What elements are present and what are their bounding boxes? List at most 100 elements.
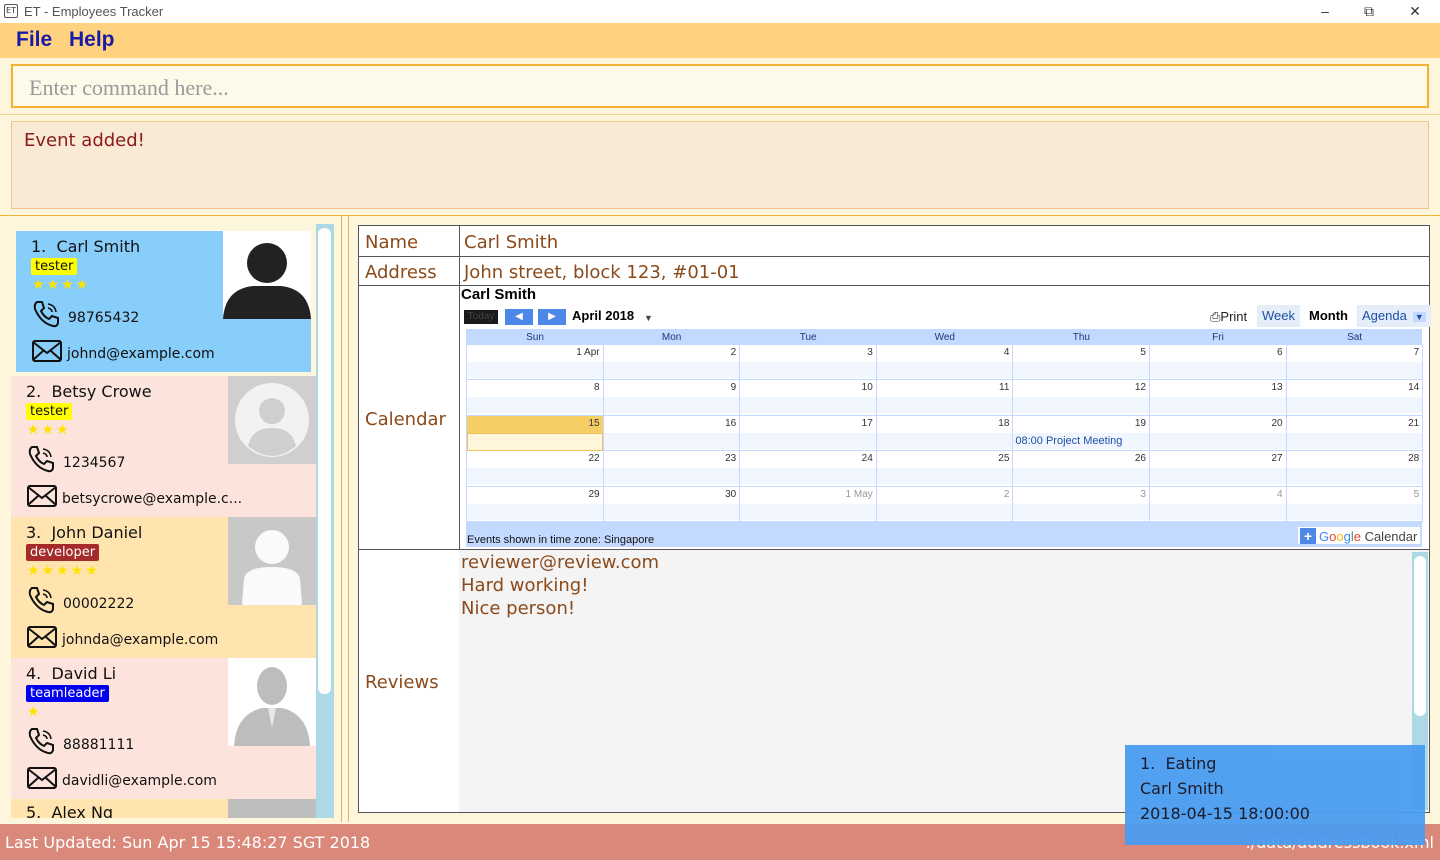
command-input[interactable] <box>27 73 1411 103</box>
calendar-date-number: 21 <box>1408 417 1420 429</box>
event-notification[interactable]: 1. Eating Carl Smith 2018-04-15 18:00:00 <box>1125 745 1425 845</box>
split-divider[interactable] <box>341 216 349 822</box>
person-card[interactable]: 2. Betsy Crowe tester ★★★ 1234567 betsyc… <box>11 376 319 517</box>
calendar-day-cell[interactable]: 4 <box>876 345 1014 381</box>
person-photo <box>228 517 316 605</box>
chevron-down-icon[interactable]: ▼ <box>1412 312 1426 322</box>
calendar-day-cell[interactable]: 25 <box>876 451 1014 487</box>
calendar-date-number: 15 <box>588 417 600 429</box>
calendar-day-cell[interactable]: 17 <box>740 415 877 452</box>
calendar-day-cell[interactable]: 13 <box>1150 380 1287 416</box>
google-calendar-button[interactable]: + Google Calendar <box>1297 526 1421 545</box>
rating-stars: ★★★ <box>27 421 71 437</box>
review-reviewer: reviewer@review.com <box>461 552 660 573</box>
calendar-day-cell[interactable]: 12 <box>1013 380 1150 416</box>
calendar-title: Carl Smith <box>461 286 537 303</box>
chevron-down-icon[interactable]: ▼ <box>644 313 653 323</box>
calendar-date-number: 14 <box>1408 382 1420 394</box>
calendar-day-cell[interactable]: 5 <box>1013 345 1150 381</box>
review-line: Hard working! <box>461 575 589 596</box>
calendar-day-cell[interactable]: 30 <box>603 486 741 522</box>
close-icon[interactable]: ✕ <box>1401 2 1429 20</box>
restore-icon[interactable]: ⧉ <box>1355 2 1383 20</box>
calendar-day-cell[interactable]: 5 <box>1286 486 1424 522</box>
calendar-day-cell[interactable]: 22 <box>467 451 604 487</box>
calendar-print-button[interactable]: ⎙Print <box>1210 309 1247 325</box>
calendar-day-cell[interactable]: 2 <box>603 345 741 381</box>
calendar-day-cell[interactable]: 18 <box>876 415 1014 452</box>
calendar-day-cell[interactable]: 3 <box>740 345 877 381</box>
calendar-day-header: Thu <box>1072 332 1090 343</box>
calendar-today-button[interactable]: Today <box>464 310 498 324</box>
person-name: 3. John Daniel <box>26 523 143 542</box>
calendar-day-cell[interactable]: 14 <box>1286 380 1424 416</box>
calendar-day-cell[interactable]: 21 <box>1286 415 1424 452</box>
calendar-day-cell[interactable]: 29 <box>467 486 604 522</box>
email-address: betsycrowe@example.c... <box>62 491 243 507</box>
phone-icon <box>28 728 54 755</box>
review-line: Nice person! <box>461 598 576 619</box>
notification-person: Carl Smith <box>1140 779 1224 798</box>
calendar-day-cell[interactable]: 8 <box>467 380 604 416</box>
calendar-day-cell[interactable]: 24 <box>740 451 877 487</box>
calendar-day-cell[interactable]: 23 <box>603 451 741 487</box>
calendar-day-cell[interactable]: 2 <box>876 486 1014 522</box>
result-message: Event added! <box>24 130 145 151</box>
calendar-day-cell[interactable]: 4 <box>1150 486 1287 522</box>
calendar-day-cell[interactable]: 1 Apr <box>467 345 604 381</box>
menu-file[interactable]: File <box>16 28 52 52</box>
calendar-day-today[interactable]: 15 <box>467 415 604 452</box>
result-display: Event added! <box>11 121 1429 209</box>
calendar-day-cell[interactable]: 9 <box>603 380 741 416</box>
calendar-day-cell[interactable]: 16 <box>603 415 741 452</box>
tab-month[interactable]: Month <box>1304 305 1353 327</box>
menu-help[interactable]: Help <box>69 28 115 52</box>
calendar-day-cell[interactable]: 6 <box>1150 345 1287 381</box>
calendar-date-number: 16 <box>725 417 737 429</box>
calendar-day-header: Tue <box>799 332 817 343</box>
person-photo <box>228 658 316 746</box>
email-icon <box>32 340 62 362</box>
person-card[interactable]: 4. David Li teamleader ★ 88881111 davidl… <box>11 658 319 799</box>
calendar-day-cell[interactable]: 1 May <box>740 486 877 522</box>
calendar-day-cell[interactable]: 3 <box>1013 486 1150 522</box>
person-card[interactable]: 3. John Daniel developer ★★★★★ 00002222 … <box>11 517 319 658</box>
person-list: 1. Carl Smith tester ★★★★ 98765432 johnd… <box>8 224 334 818</box>
calendar-day-cell[interactable]: 11 <box>876 380 1014 416</box>
calendar-day-cell[interactable]: 27 <box>1150 451 1287 487</box>
calendar-next-icon[interactable]: ▶ <box>538 309 566 325</box>
list-scroll-thumb[interactable] <box>318 228 331 694</box>
calendar-date-number: 29 <box>588 488 600 500</box>
calendar-day-cell[interactable]: 26 <box>1013 451 1150 487</box>
reviews-scroll-thumb[interactable] <box>1414 556 1426 716</box>
phone-number: 00002222 <box>63 596 135 612</box>
calendar-day-cell[interactable]: 10 <box>740 380 877 416</box>
phone-number: 98765432 <box>68 310 140 326</box>
calendar-date-number: 18 <box>998 417 1010 429</box>
calendar-prev-icon[interactable]: ◀ <box>505 309 533 325</box>
calendar-date-number: 25 <box>998 453 1010 465</box>
phone-number: 1234567 <box>63 455 126 471</box>
calendar-day-cell[interactable]: 19 08:00 Project Meeting <box>1013 415 1150 452</box>
calendar-date-number: 12 <box>1134 382 1146 394</box>
calendar-day-cell[interactable]: 20 <box>1150 415 1287 452</box>
person-name: 1. Carl Smith <box>31 237 141 256</box>
person-card[interactable]: 1. Carl Smith tester ★★★★ 98765432 johnd… <box>16 231 311 372</box>
tab-agenda[interactable]: Agenda ▼ <box>1357 305 1431 327</box>
app-icon: ET <box>4 4 18 18</box>
calendar-day-cell[interactable]: 28 <box>1286 451 1424 487</box>
calendar-date-number: 6 <box>1277 347 1283 358</box>
person-name: 2. Betsy Crowe <box>26 382 152 401</box>
tab-week[interactable]: Week <box>1257 305 1300 327</box>
minimize-icon[interactable]: – <box>1311 2 1339 20</box>
command-box <box>11 64 1429 108</box>
calendar-day-cell[interactable]: 7 <box>1286 345 1424 381</box>
window-titlebar: ET ET - Employees Tracker – ⧉ ✕ <box>0 0 1440 23</box>
plus-icon: + <box>1300 528 1316 544</box>
person-card[interactable]: 5. Alex Ng <box>11 799 319 818</box>
calendar-date-number: 4 <box>1003 347 1010 358</box>
calendar-month-label[interactable]: April 2018 <box>572 308 634 323</box>
notification-datetime: 2018-04-15 18:00:00 <box>1140 804 1310 823</box>
calendar-date-number: 1 Apr <box>576 347 600 358</box>
calendar-event[interactable]: 08:00 Project Meeting <box>1015 435 1122 447</box>
